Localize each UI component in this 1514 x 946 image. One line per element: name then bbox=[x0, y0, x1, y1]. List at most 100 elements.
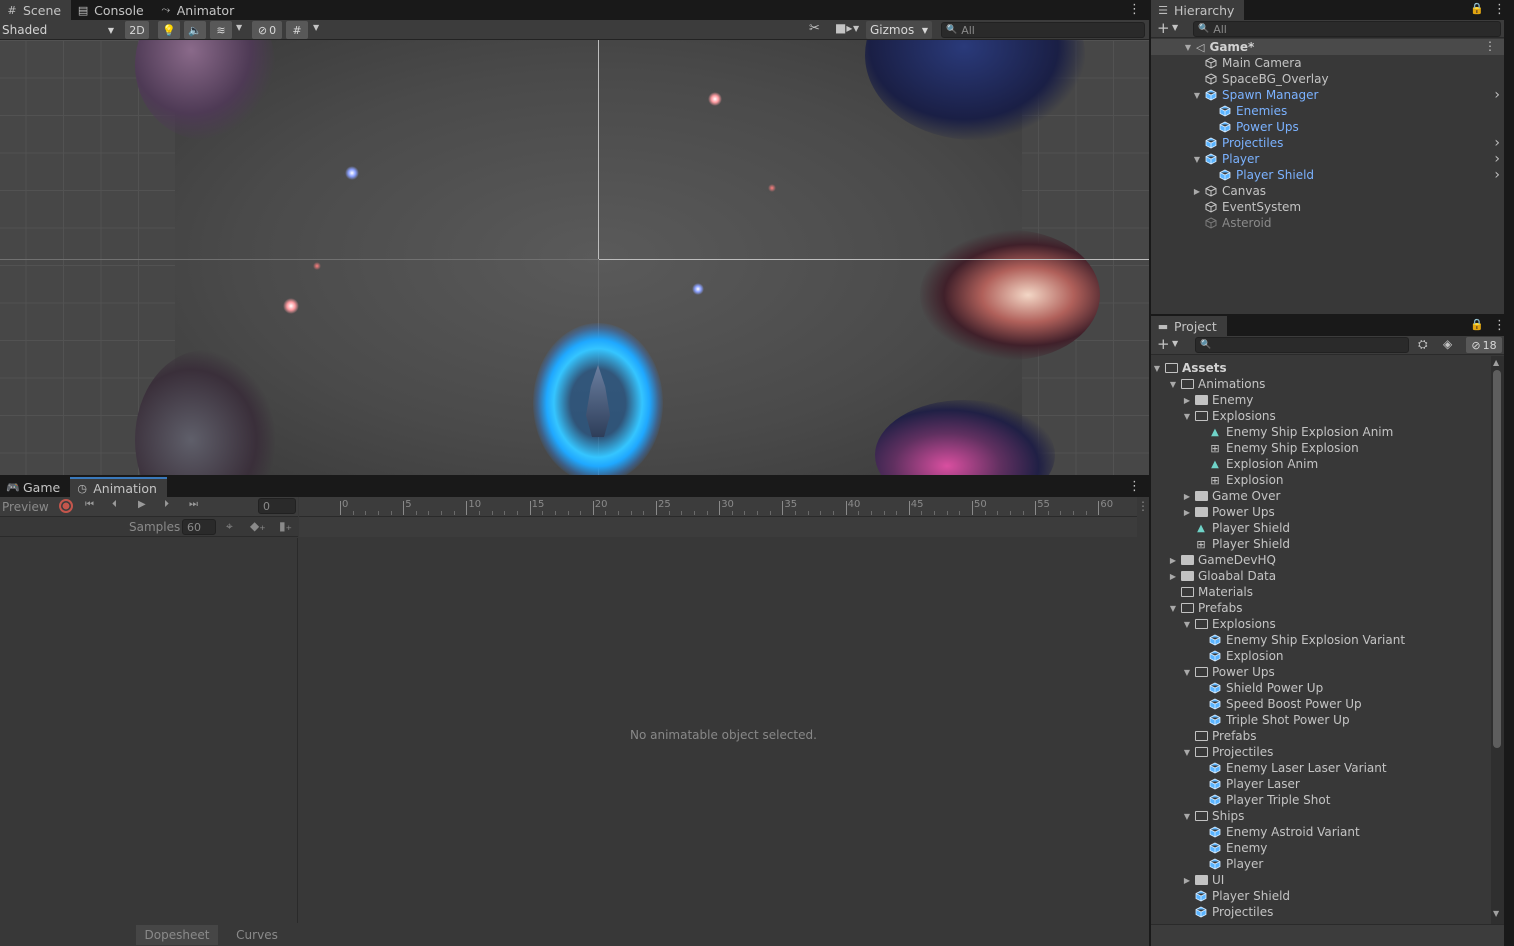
project-item[interactable]: Player Triple Shot bbox=[1151, 792, 1330, 808]
scene-menu-icon[interactable]: ⋮ bbox=[1128, 2, 1141, 17]
hierarchy-menu-icon[interactable]: ⋮ bbox=[1493, 2, 1506, 17]
project-item[interactable]: ▶ Gloabal Data bbox=[1151, 568, 1276, 584]
tab-scene[interactable]: # Scene bbox=[0, 0, 72, 20]
project-item[interactable]: ▼ Explosions bbox=[1151, 616, 1276, 632]
tab-hierarchy[interactable]: ☰ Hierarchy bbox=[1151, 0, 1245, 20]
project-item[interactable]: ▼ Projectiles bbox=[1151, 744, 1273, 760]
project-item[interactable]: ▼ Animations bbox=[1151, 376, 1266, 392]
tab-game[interactable]: 🎮 Game bbox=[0, 477, 70, 497]
project-item[interactable]: ⊞ Player Shield bbox=[1151, 536, 1290, 552]
last-key-icon[interactable]: ⏭ bbox=[189, 499, 198, 510]
hierarchy-scene-row[interactable]: ▼ ◁ Game* ⋮ bbox=[1151, 39, 1504, 55]
project-item[interactable]: Enemy bbox=[1151, 840, 1267, 856]
dopesheet-area[interactable] bbox=[299, 538, 1149, 946]
expand-arrow-icon[interactable]: ▶ bbox=[1181, 396, 1193, 405]
animation-menu-icon[interactable]: ⋮ bbox=[1128, 479, 1141, 494]
expand-arrow-icon[interactable]: ▶ bbox=[1181, 508, 1193, 517]
tools-icon[interactable]: ✂ bbox=[809, 21, 820, 36]
add-dropdown-icon[interactable]: ▼ bbox=[1172, 23, 1178, 32]
frame-input[interactable]: 0 bbox=[258, 498, 296, 514]
hierarchy-item[interactable]: Enemies bbox=[1151, 103, 1504, 119]
project-item[interactable]: Player Laser bbox=[1151, 776, 1300, 792]
curves-tab[interactable]: Curves bbox=[218, 925, 296, 945]
project-item[interactable]: Player bbox=[1151, 856, 1263, 872]
hierarchy-item[interactable]: SpaceBG_Overlay bbox=[1151, 71, 1504, 87]
scrollbar-thumb[interactable] bbox=[1493, 370, 1501, 748]
project-item[interactable]: ▲ Player Shield bbox=[1151, 520, 1290, 536]
hidden-objects-toggle[interactable]: ⊘ 0 bbox=[252, 21, 282, 39]
search-by-label-icon[interactable]: ◈ bbox=[1443, 337, 1452, 351]
project-item[interactable]: Enemy Ship Explosion Variant bbox=[1151, 632, 1405, 648]
add-keyframe-icon[interactable]: ◆₊ bbox=[250, 519, 266, 533]
hierarchy-item[interactable]: ▶ Canvas bbox=[1151, 183, 1504, 199]
add-asset-icon[interactable]: + bbox=[1157, 335, 1170, 353]
grid-dropdown-icon[interactable]: ▼ bbox=[313, 23, 319, 32]
add-dropdown-icon[interactable]: ▼ bbox=[1172, 339, 1178, 348]
scroll-down-icon[interactable]: ▼ bbox=[1493, 909, 1499, 918]
hierarchy-item[interactable]: ▼ Player › bbox=[1151, 151, 1504, 167]
expand-arrow-icon[interactable]: ▼ bbox=[1181, 812, 1193, 821]
expand-arrow-icon[interactable]: ▼ bbox=[1191, 155, 1203, 164]
expand-arrow-icon[interactable]: ▼ bbox=[1182, 43, 1194, 52]
project-item[interactable]: Triple Shot Power Up bbox=[1151, 712, 1350, 728]
prefab-open-chevron-icon[interactable]: › bbox=[1494, 151, 1500, 167]
timeline-ruler[interactable]: 0 5 10 15 20 25 30 35 40 45 50 55 60 bbox=[299, 497, 1137, 517]
timeline-event-row[interactable] bbox=[299, 517, 1137, 537]
expand-arrow-icon[interactable]: ▼ bbox=[1191, 91, 1203, 100]
project-item[interactable]: ▶ UI bbox=[1151, 872, 1224, 888]
project-item[interactable]: ▼ Ships bbox=[1151, 808, 1245, 824]
project-menu-icon[interactable]: ⋮ bbox=[1493, 318, 1506, 333]
camera-dropdown-icon[interactable]: ▼ bbox=[853, 24, 859, 33]
expand-arrow-icon[interactable]: ▼ bbox=[1181, 412, 1193, 421]
project-item[interactable]: ⊞ Explosion bbox=[1151, 472, 1283, 488]
search-by-type-icon[interactable]: ⛭ bbox=[1418, 337, 1428, 352]
lock-icon[interactable]: 🔒 bbox=[1470, 318, 1484, 331]
project-item[interactable]: Shield Power Up bbox=[1151, 680, 1323, 696]
hierarchy-item[interactable]: Asteroid bbox=[1151, 215, 1504, 231]
hierarchy-item[interactable]: ▼ Spawn Manager › bbox=[1151, 87, 1504, 103]
project-item[interactable]: Speed Boost Power Up bbox=[1151, 696, 1362, 712]
prev-key-icon[interactable]: ⏴ bbox=[112, 499, 117, 510]
preview-toggle[interactable]: Preview bbox=[2, 500, 49, 514]
prefab-open-chevron-icon[interactable]: › bbox=[1494, 87, 1500, 103]
project-item[interactable]: ▶ Enemy bbox=[1151, 392, 1253, 408]
project-item[interactable]: ▼ Power Ups bbox=[1151, 664, 1275, 680]
gizmos-button[interactable]: Gizmos ▼ bbox=[866, 21, 932, 39]
expand-arrow-icon[interactable]: ▼ bbox=[1181, 748, 1193, 757]
expand-arrow-icon[interactable]: ▼ bbox=[1181, 620, 1193, 629]
expand-arrow-icon[interactable]: ▶ bbox=[1167, 556, 1179, 565]
expand-arrow-icon[interactable]: ▶ bbox=[1181, 876, 1193, 885]
add-event-icon[interactable]: ▮₊ bbox=[279, 519, 292, 533]
project-scrollbar[interactable]: ▲ ▼ bbox=[1491, 356, 1504, 924]
tab-animation[interactable]: ◷ Animation bbox=[70, 477, 167, 497]
record-icon[interactable] bbox=[59, 499, 73, 513]
project-item[interactable]: ▶ GameDevHQ bbox=[1151, 552, 1276, 568]
prefab-open-chevron-icon[interactable]: › bbox=[1494, 167, 1500, 183]
tab-console[interactable]: ▤ Console bbox=[71, 0, 154, 20]
project-item[interactable]: ▼ Explosions bbox=[1151, 408, 1276, 424]
scene-search-input[interactable]: 🔍 All bbox=[941, 22, 1145, 38]
scene-menu-icon[interactable]: ⋮ bbox=[1484, 39, 1496, 53]
expand-arrow-icon[interactable]: ▼ bbox=[1167, 604, 1179, 613]
ruler-menu-icon[interactable]: ⋮ bbox=[1137, 499, 1149, 513]
scroll-up-icon[interactable]: ▲ bbox=[1493, 358, 1499, 367]
hierarchy-item[interactable]: Projectiles › bbox=[1151, 135, 1504, 151]
project-item[interactable]: Explosion bbox=[1151, 648, 1284, 664]
project-item[interactable]: ▲ Explosion Anim bbox=[1151, 456, 1318, 472]
scene-viewport[interactable] bbox=[0, 40, 1149, 475]
first-key-icon[interactable]: ⏮ bbox=[85, 499, 94, 510]
expand-arrow-icon[interactable]: ▶ bbox=[1167, 572, 1179, 581]
project-root-assets[interactable]: ▼ Assets bbox=[1151, 360, 1491, 376]
next-key-icon[interactable]: ⏵ bbox=[164, 499, 169, 510]
filter-keys-icon[interactable]: ⌖ bbox=[226, 519, 233, 534]
project-item[interactable]: ▶ Game Over bbox=[1151, 488, 1280, 504]
project-item[interactable]: ▼ Prefabs bbox=[1151, 600, 1243, 616]
hierarchy-item[interactable]: Power Ups bbox=[1151, 119, 1504, 135]
add-object-icon[interactable]: + bbox=[1157, 19, 1170, 37]
hidden-packages-toggle[interactable]: ⊘ 18 bbox=[1466, 337, 1502, 353]
expand-arrow-icon[interactable]: ▼ bbox=[1181, 668, 1193, 677]
samples-input[interactable]: 60 bbox=[182, 519, 216, 535]
audio-toggle-button[interactable]: 🔈 bbox=[184, 21, 206, 39]
tab-animator[interactable]: ⤳ Animator bbox=[154, 0, 244, 20]
camera-icon[interactable]: ■▸ bbox=[835, 21, 852, 35]
